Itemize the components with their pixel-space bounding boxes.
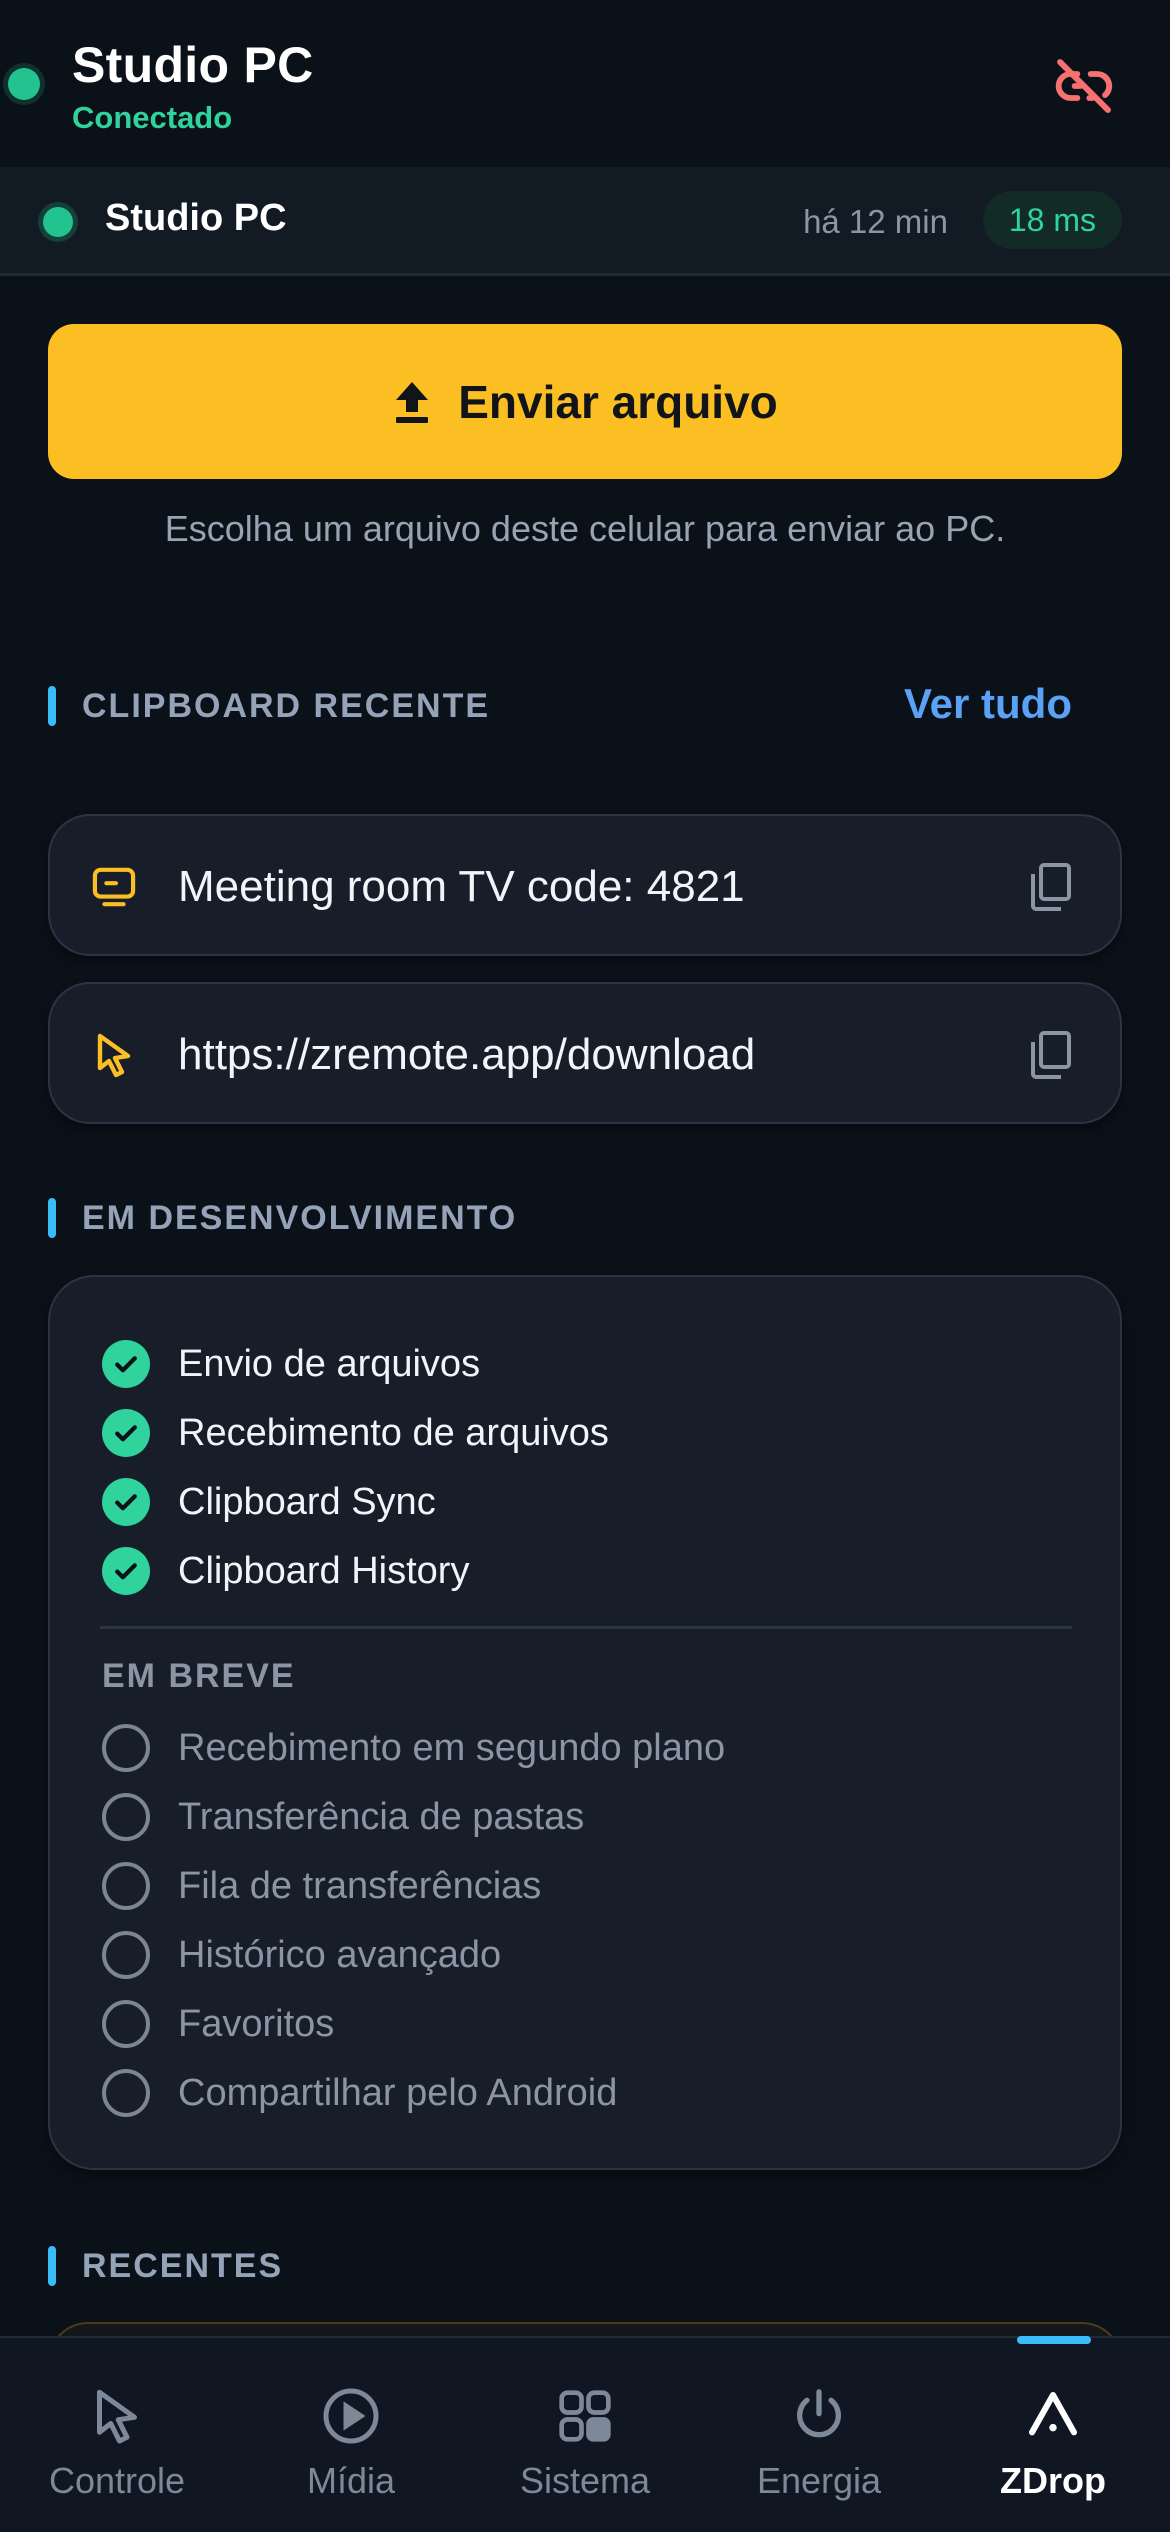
app-header: Studio PC Conectado bbox=[0, 0, 1170, 167]
feature-planned: Transferência de pastas bbox=[102, 1792, 584, 1842]
feature-label: Transferência de pastas bbox=[178, 1795, 585, 1838]
feature-label: Fila de transferências bbox=[178, 1864, 542, 1907]
feature-label: Compartilhar pelo Android bbox=[178, 2071, 618, 2114]
disconnect-button[interactable] bbox=[1046, 48, 1122, 124]
feature-label: Favoritos bbox=[178, 2002, 335, 2045]
last-seen: há 12 min bbox=[803, 203, 948, 240]
feature-label: Recebimento de arquivos bbox=[178, 1411, 609, 1454]
cursor-icon bbox=[85, 2384, 149, 2448]
copy-button[interactable] bbox=[1022, 858, 1080, 916]
clipboard-section-heading: CLIPBOARD RECENTE bbox=[48, 686, 490, 726]
feature-planned: Favoritos bbox=[102, 1999, 334, 2049]
send-file-label: Enviar arquivo bbox=[458, 375, 778, 428]
empty-circle-icon bbox=[102, 1793, 150, 1841]
nav-label: Sistema bbox=[519, 2460, 651, 2501]
device-title: Studio PC bbox=[72, 37, 314, 93]
section-accent-bar bbox=[48, 686, 56, 726]
nav-item-zdrop[interactable]: ZDrop bbox=[936, 2338, 1170, 2532]
device-name: Studio PC bbox=[105, 197, 287, 239]
feature-done: Recebimento de arquivos bbox=[102, 1408, 609, 1458]
check-circle-icon bbox=[102, 1409, 150, 1457]
feature-label: Recebimento em segundo plano bbox=[178, 1726, 726, 1769]
feature-done: Envio de arquivos bbox=[102, 1339, 480, 1389]
send-file-hint: Escolha um arquivo deste celular para en… bbox=[164, 508, 1006, 549]
feature-label: Clipboard Sync bbox=[178, 1480, 436, 1523]
copy-icon bbox=[1031, 863, 1071, 911]
copy-icon bbox=[1031, 1031, 1071, 1079]
clipboard-item-text: https://zremote.app/download bbox=[178, 1030, 756, 1079]
active-tab-indicator bbox=[1017, 2336, 1091, 2344]
section-accent-bar bbox=[48, 1198, 56, 1238]
development-card: Envio de arquivos Recebimento de arquivo… bbox=[48, 1275, 1122, 2170]
feature-label: Histórico avançado bbox=[178, 1933, 502, 1976]
nav-item-energia[interactable]: Energia bbox=[702, 2338, 936, 2532]
bottom-navigation: Controle Mídia Sistema Energia ZDrop bbox=[0, 2336, 1170, 2532]
copy-button[interactable] bbox=[1022, 1026, 1080, 1084]
connection-status-dot bbox=[8, 68, 40, 100]
clipboard-item[interactable]: Meeting room TV code: 4821 bbox=[48, 814, 1122, 956]
feature-label: Envio de arquivos bbox=[178, 1342, 481, 1385]
nav-item-controle[interactable]: Controle bbox=[0, 2338, 234, 2532]
check-circle-icon bbox=[102, 1340, 150, 1388]
grid-icon bbox=[553, 2384, 617, 2448]
empty-circle-icon bbox=[102, 2069, 150, 2117]
feature-planned: Fila de transferências bbox=[102, 1861, 541, 1911]
nav-label: Controle bbox=[48, 2460, 186, 2501]
connection-status: Conectado bbox=[72, 100, 233, 135]
play-circle-icon bbox=[319, 2384, 383, 2448]
divider bbox=[100, 1626, 1072, 1629]
unlink-icon bbox=[1055, 59, 1113, 113]
feature-planned: Compartilhar pelo Android bbox=[102, 2068, 617, 2118]
latency-badge: 18 ms bbox=[982, 191, 1122, 249]
feature-done: Clipboard Sync bbox=[102, 1477, 436, 1527]
development-heading-label: EM DESENVOLVIMENTO bbox=[82, 1198, 518, 1237]
send-file-button[interactable]: Enviar arquivo bbox=[48, 324, 1122, 479]
coming-soon-label: EM BREVE bbox=[102, 1657, 296, 1695]
feature-planned: Recebimento em segundo plano bbox=[102, 1723, 725, 1773]
clipboard-heading-label: CLIPBOARD RECENTE bbox=[82, 686, 491, 725]
nav-label: Energia bbox=[756, 2460, 882, 2501]
recent-section-heading: RECENTES bbox=[48, 2246, 283, 2286]
device-online-dot bbox=[43, 207, 73, 237]
zdrop-icon bbox=[1021, 2384, 1085, 2448]
device-bar[interactable]: Studio PC há 12 min 18 ms bbox=[0, 167, 1170, 276]
feature-planned: Histórico avançado bbox=[102, 1930, 501, 1980]
clipboard-item[interactable]: https://zremote.app/download bbox=[48, 982, 1122, 1124]
empty-circle-icon bbox=[102, 1724, 150, 1772]
recent-heading-label: RECENTES bbox=[82, 2246, 284, 2285]
feature-done: Clipboard History bbox=[102, 1546, 469, 1596]
nav-label: ZDrop bbox=[1000, 2460, 1106, 2501]
cursor-icon bbox=[90, 1031, 138, 1079]
development-section-heading: EM DESENVOLVIMENTO bbox=[48, 1198, 517, 1238]
tv-icon bbox=[90, 863, 138, 911]
empty-circle-icon bbox=[102, 2000, 150, 2048]
see-all-link[interactable]: Ver tudo bbox=[904, 680, 1072, 728]
feature-label: Clipboard History bbox=[178, 1549, 470, 1592]
section-accent-bar bbox=[48, 2246, 56, 2286]
nav-label: Mídia bbox=[306, 2460, 396, 2501]
power-icon bbox=[787, 2384, 851, 2448]
empty-circle-icon bbox=[102, 1862, 150, 1910]
nav-item-sistema[interactable]: Sistema bbox=[468, 2338, 702, 2532]
empty-circle-icon bbox=[102, 1931, 150, 1979]
nav-item-midia[interactable]: Mídia bbox=[234, 2338, 468, 2532]
clipboard-item-text: Meeting room TV code: 4821 bbox=[178, 862, 745, 911]
check-circle-icon bbox=[102, 1547, 150, 1595]
upload-icon bbox=[396, 381, 429, 423]
check-circle-icon bbox=[102, 1478, 150, 1526]
